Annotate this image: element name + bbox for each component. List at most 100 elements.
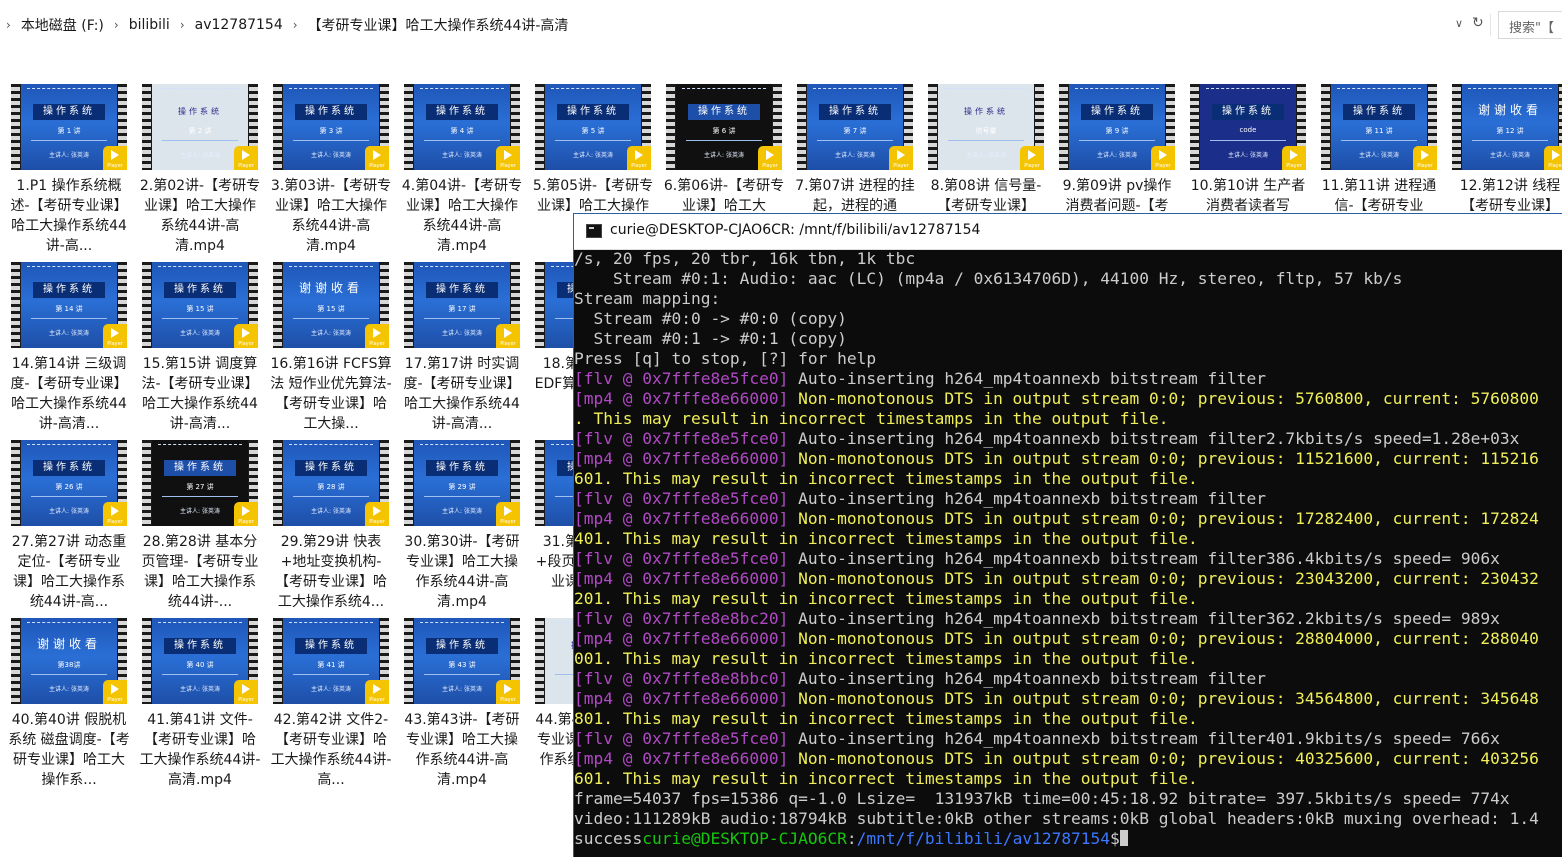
file-name[interactable]: 28.第28讲 基本分页管理-【考研专业课】哈工大操作系统44讲-... [139, 532, 261, 612]
video-thumbnail[interactable]: 操作系统第 3 讲主讲人: 张英涛 Player [273, 84, 389, 170]
thumbnail-lecture-number: 第 14 讲 [55, 305, 83, 313]
player-badge-label: Player [500, 341, 516, 347]
video-thumbnail[interactable]: 谢谢收看第 15 讲主讲人: 张英涛 Player [273, 262, 389, 348]
file-name[interactable]: 4.第04讲-【考研专业课】哈工大操作系统44讲-高清.mp4 [401, 176, 523, 256]
terminal-titlebar[interactable]: curie@DESKTOP-CJAO6CR: /mnt/f/bilibili/a… [574, 214, 1562, 250]
play-icon [766, 150, 774, 160]
file-name[interactable]: 16.第16讲 FCFS算法 短作业优先算法-【考研专业课】哈工大操... [270, 354, 392, 434]
video-thumbnail[interactable]: 操作系统第 14 讲主讲人: 张英涛 Player [11, 262, 127, 348]
terminal-line: Stream #0:1: Audio: aac (LC) (mp4a / 0x6… [574, 269, 1562, 289]
terminal-cursor [1119, 830, 1128, 846]
thumbnail-rule [817, 140, 893, 141]
search-placeholder: 搜索"【 [1509, 21, 1554, 36]
video-thumbnail[interactable]: 操作系统第 4 讲主讲人: 张英涛 Player [404, 84, 520, 170]
chevron-right-icon[interactable]: › [180, 18, 185, 32]
player-badge-icon: Player [234, 680, 258, 704]
video-thumbnail[interactable]: 操作系统第 29 讲主讲人: 张英涛 Player [404, 440, 520, 526]
chevron-down-icon[interactable]: ∨ [1455, 17, 1463, 30]
file-item[interactable]: 操作系统第 28 讲主讲人: 张英涛 Player 29.第29讲 快表+地址变换机… [262, 440, 389, 610]
file-item[interactable]: 操作系统第 1 讲主讲人: 张英涛 Player 1.P1 操作系统概述-【考研专业… [0, 84, 128, 254]
breadcrumb-drive[interactable]: 本地磁盘 (F:) [20, 15, 105, 35]
file-item[interactable]: 谢谢收看 第38讲 主讲人: 张英涛 Player 40.第40讲 假脱机系统 磁盘调度… [0, 618, 130, 788]
terminal-text: frame=54037 fps=15386 q=-1.0 Lsize= 1319… [574, 789, 1510, 808]
file-name[interactable]: 40.第40讲 假脱机系统 磁盘调度-【考研专业课】哈工大操作系... [8, 710, 130, 790]
terminal-window[interactable]: curie@DESKTOP-CJAO6CR: /mnt/f/bilibili/a… [573, 213, 1562, 857]
breadcrumb-bilibili[interactable]: bilibili [128, 17, 171, 33]
play-icon [1552, 150, 1560, 160]
video-thumbnail[interactable]: 操作系统第 26 讲主讲人: 张英涛 Player [11, 440, 127, 526]
file-item[interactable]: 操作系统第 40 讲主讲人: 张英涛 Player 41.第41讲 文件-【考研专业… [131, 618, 260, 788]
file-item[interactable]: 操作系统第 27 讲主讲人: 张英涛 Player 28.第28讲 基本分页管理-【… [131, 440, 259, 610]
file-item[interactable]: 操作系统第 2 讲主讲人: 张英涛 Player 2.第02讲-【考研专业课】哈工大… [131, 84, 260, 254]
file-name[interactable]: 30.第30讲-【考研专业课】哈工大操作系统44讲-高清.mp4 [401, 532, 523, 612]
video-thumbnail[interactable]: 操作系统第 17 讲主讲人: 张英涛 Player [404, 262, 520, 348]
file-name[interactable]: 15.第15讲 调度算法-【考研专业课】哈工大操作系统44讲-高清... [139, 354, 261, 434]
file-name[interactable]: 29.第29讲 快表+地址变换机构-【考研专业课】哈工大操作系统4... [270, 532, 392, 612]
video-thumbnail[interactable]: 操作系统 code 主讲人: 张英涛 Player [1190, 84, 1306, 170]
chevron-right-icon[interactable]: › [6, 18, 11, 32]
file-item[interactable]: 操作系统第 41 讲主讲人: 张英涛 Player 42.第42讲 文件2-【考研专… [262, 618, 391, 788]
terminal-text: Press [q] to stop, [?] for help [574, 349, 877, 368]
video-thumbnail[interactable]: 谢谢收看第 12 讲主讲人: 张英涛Player [1452, 84, 1562, 170]
terminal-line: [flv @ 0x7fffe8e5fce0] Auto-inserting h2… [574, 489, 1562, 509]
player-badge-icon: Player [365, 324, 389, 348]
file-name[interactable]: 14.第14讲 三级调度-【考研专业课】哈工大操作系统44讲-高清... [8, 354, 130, 434]
thumbnail-header-line [27, 266, 111, 271]
video-thumbnail[interactable]: 操作系统第 7 讲主讲人: 张英涛 Player [797, 84, 913, 170]
file-name[interactable]: 3.第03讲-【考研专业课】哈工大操作系统44讲-高清.mp4 [270, 176, 392, 256]
video-thumbnail[interactable]: 操作系统第 9 讲主讲人: 张英涛 Player [1059, 84, 1175, 170]
file-name[interactable]: 1.P1 操作系统概述-【考研专业课】哈工大操作系统44讲-高... [8, 176, 130, 256]
video-thumbnail[interactable]: 操作系统第 5 讲主讲人: 张英涛 Player [535, 84, 651, 170]
video-thumbnail[interactable]: 操作系统第 40 讲主讲人: 张英涛 Player [142, 618, 258, 704]
file-item[interactable]: 操作系统第 15 讲主讲人: 张英涛 Player 15.第15讲 调度算法-【考研… [131, 262, 259, 432]
terminal-prompt[interactable]: successcurie@DESKTOP-CJAO6CR:/mnt/f/bili… [574, 829, 1562, 849]
file-name[interactable]: 41.第41讲 文件-【考研专业课】哈工大操作系统44讲-高清.mp4 [139, 710, 261, 790]
file-item[interactable]: 操作系统第 29 讲主讲人: 张英涛 Player 30.第30讲-【考研专业课】哈… [393, 440, 520, 610]
terminal-text: Auto-inserting h264_mp4toannexb bitstrea… [788, 549, 1500, 568]
file-item[interactable]: 操作系统第 43 讲主讲人: 张英涛 Player 43.第43讲-【考研专业课】哈… [393, 618, 520, 788]
file-name[interactable]: 42.第42讲 文件2-【考研专业课】哈工大操作系统44讲-高... [270, 710, 392, 790]
play-icon [504, 506, 512, 516]
thumbnail-title: 操作系统 [819, 104, 891, 120]
search-input[interactable]: 搜索"【 [1498, 11, 1562, 39]
chevron-right-icon[interactable]: › [114, 18, 119, 32]
video-thumbnail[interactable]: 操作系统第 1 讲主讲人: 张英涛 Player [11, 84, 127, 170]
film-strip-left [273, 262, 282, 348]
file-item[interactable]: 操作系统第 17 讲主讲人: 张英涛 Player 17.第17讲 时实调度-【考研… [393, 262, 521, 432]
player-badge-icon: Player [496, 680, 520, 704]
breadcrumb-av[interactable]: av12787154 [194, 17, 284, 33]
file-name[interactable]: 17.第17讲 时实调度-【考研专业课】哈工大操作系统44讲-高清... [401, 354, 523, 434]
player-badge-label: Player [238, 341, 254, 347]
terminal-text: [flv @ 0x7fffe8e5fce0] [574, 489, 789, 508]
thumbnail-title: 操作系统 [557, 104, 629, 120]
terminal-output[interactable]: /s, 20 fps, 20 tbr, 16k tbn, 1k tbc Stre… [574, 249, 1562, 855]
file-item[interactable]: 操作系统第 14 讲主讲人: 张英涛 Player 14.第14讲 三级调度-【考研… [0, 262, 128, 432]
file-item[interactable]: 操作系统第 3 讲主讲人: 张英涛 Player 3.第03讲-【考研专业课】哈工大… [262, 84, 391, 254]
terminal-text: Non-monotonous DTS in output stream 0:0;… [788, 569, 1539, 588]
thumbnail-lecture-number: 第 40 讲 [186, 661, 214, 669]
file-item[interactable]: 谢谢收看第 15 讲主讲人: 张英涛 Player 16.第16讲 FCFS算法 短… [262, 262, 392, 432]
play-icon [504, 328, 512, 338]
video-thumbnail[interactable]: 操作系统第 41 讲主讲人: 张英涛 Player [273, 618, 389, 704]
video-thumbnail[interactable]: 操作系统第 6 讲主讲人: 张英涛 Player [666, 84, 782, 170]
terminal-line: [flv @ 0x7fffe8e5fce0] Auto-inserting h2… [574, 369, 1562, 389]
player-badge-label: Player [1024, 163, 1040, 169]
video-thumbnail[interactable]: 操作系统第 27 讲主讲人: 张英涛 Player [142, 440, 258, 526]
chevron-right-icon[interactable]: › [293, 18, 298, 32]
file-item[interactable]: 操作系统第 4 讲主讲人: 张英涛 Player 4.第04讲-【考研专业课】哈工大… [393, 84, 522, 254]
video-thumbnail[interactable]: 谢谢收看 第38讲 主讲人: 张英涛 Player [11, 618, 127, 704]
video-thumbnail[interactable]: 操作系统第 2 讲主讲人: 张英涛 Player [142, 84, 258, 170]
file-name[interactable]: 27.第27讲 动态重定位-【考研专业课】哈工大操作系统44讲-高... [8, 532, 130, 612]
player-badge-label: Player [500, 163, 516, 169]
file-name[interactable]: 2.第02讲-【考研专业课】哈工大操作系统44讲-高清.mp4 [139, 176, 261, 256]
breadcrumb[interactable]: › 本地磁盘 (F:) › bilibili › av12787154 › 【考… [0, 10, 1470, 40]
file-item[interactable]: 操作系统第 26 讲主讲人: 张英涛 Player 27.第27讲 动态重定位-【考… [0, 440, 127, 610]
file-name[interactable]: 43.第43讲-【考研专业课】哈工大操作系统44讲-高清.mp4 [401, 710, 523, 790]
video-thumbnail[interactable]: 操作系统 信号量 主讲人: 张英涛 Player [928, 84, 1044, 170]
video-thumbnail[interactable]: 操作系统第 15 讲主讲人: 张英涛 Player [142, 262, 258, 348]
breadcrumb-current-folder[interactable]: 【考研专业课】哈工大操作系统44讲-高清 [307, 15, 570, 35]
video-thumbnail[interactable]: 操作系统第 28 讲主讲人: 张英涛 Player [273, 440, 389, 526]
video-thumbnail[interactable]: 操作系统第 11 讲主讲人: 张英涛 Player [1321, 84, 1437, 170]
refresh-icon[interactable]: ↻ [1472, 15, 1484, 31]
video-thumbnail[interactable]: 操作系统第 43 讲主讲人: 张英涛 Player [404, 618, 520, 704]
